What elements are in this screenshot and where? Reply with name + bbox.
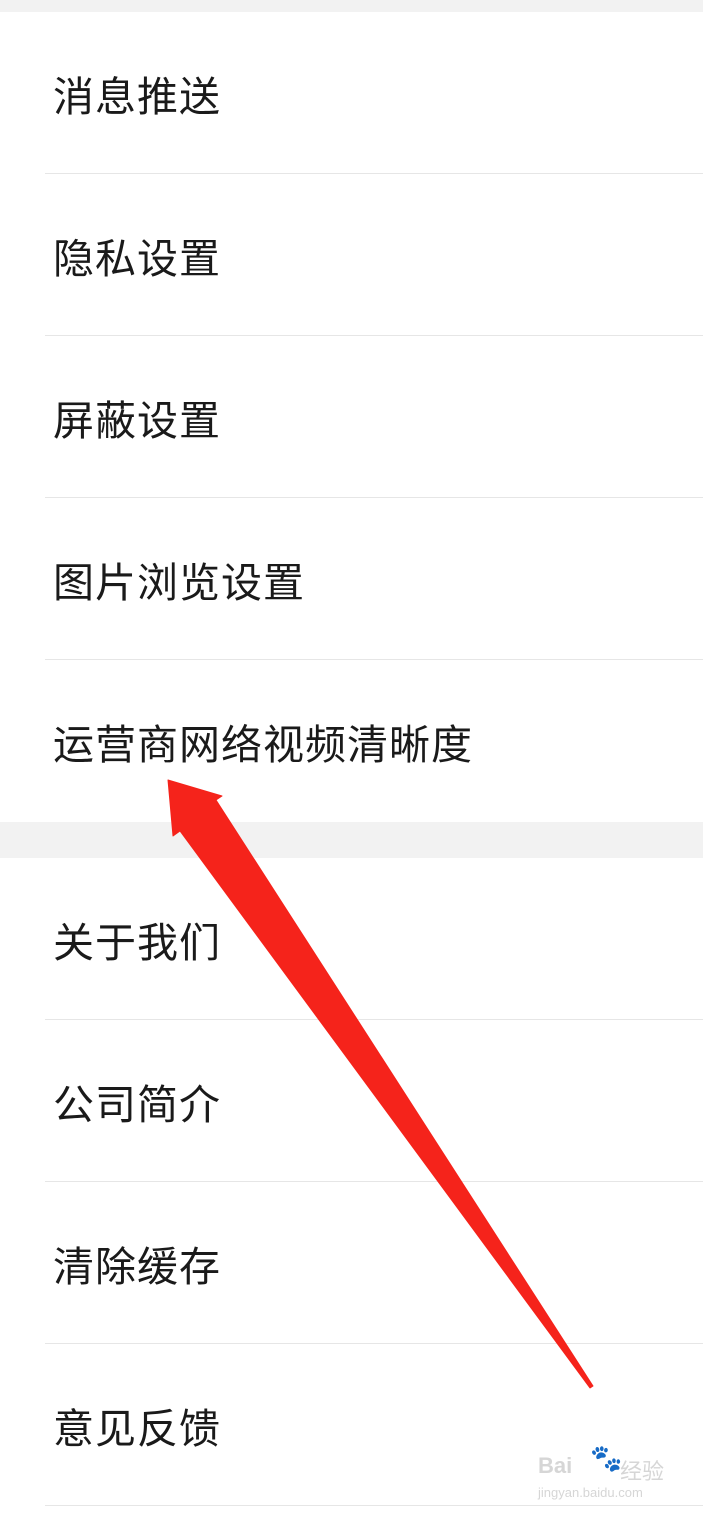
settings-item-label: 公司简介 <box>53 1081 221 1129</box>
section-gap-top <box>0 0 703 12</box>
watermark-cn-text: 经验 <box>620 1459 665 1484</box>
settings-item-label: 关于我们 <box>53 919 221 967</box>
section-gap <box>0 822 703 858</box>
settings-item-about-us[interactable]: 关于我们 <box>0 858 703 1020</box>
settings-item-label: 消息推送 <box>53 73 221 121</box>
settings-item-clear-cache[interactable]: 清除缓存 <box>0 1182 703 1344</box>
settings-item-label: 意见反馈 <box>53 1405 221 1453</box>
paw-icon: 🐾 <box>590 1443 623 1473</box>
settings-item-label: 图片浏览设置 <box>53 559 305 607</box>
settings-item-label: 屏蔽设置 <box>53 397 221 445</box>
settings-item-carrier-video-quality[interactable]: 运营商网络视频清晰度 <box>0 660 703 822</box>
settings-item-message-push[interactable]: 消息推送 <box>0 12 703 174</box>
settings-item-company-profile[interactable]: 公司简介 <box>0 1020 703 1182</box>
divider <box>45 1505 703 1506</box>
settings-item-privacy[interactable]: 隐私设置 <box>0 174 703 336</box>
settings-item-image-browsing[interactable]: 图片浏览设置 <box>0 498 703 660</box>
settings-item-label: 运营商网络视频清晰度 <box>53 721 473 769</box>
watermark-url: jingyan.baidu.com <box>538 1485 643 1500</box>
settings-item-label: 清除缓存 <box>53 1243 221 1291</box>
baidu-jingyan-watermark: Bai 🐾 经验 jingyan.baidu.com <box>538 1443 688 1503</box>
settings-item-block[interactable]: 屏蔽设置 <box>0 336 703 498</box>
watermark-logo-text: Bai <box>538 1453 573 1478</box>
settings-item-label: 隐私设置 <box>53 235 221 283</box>
